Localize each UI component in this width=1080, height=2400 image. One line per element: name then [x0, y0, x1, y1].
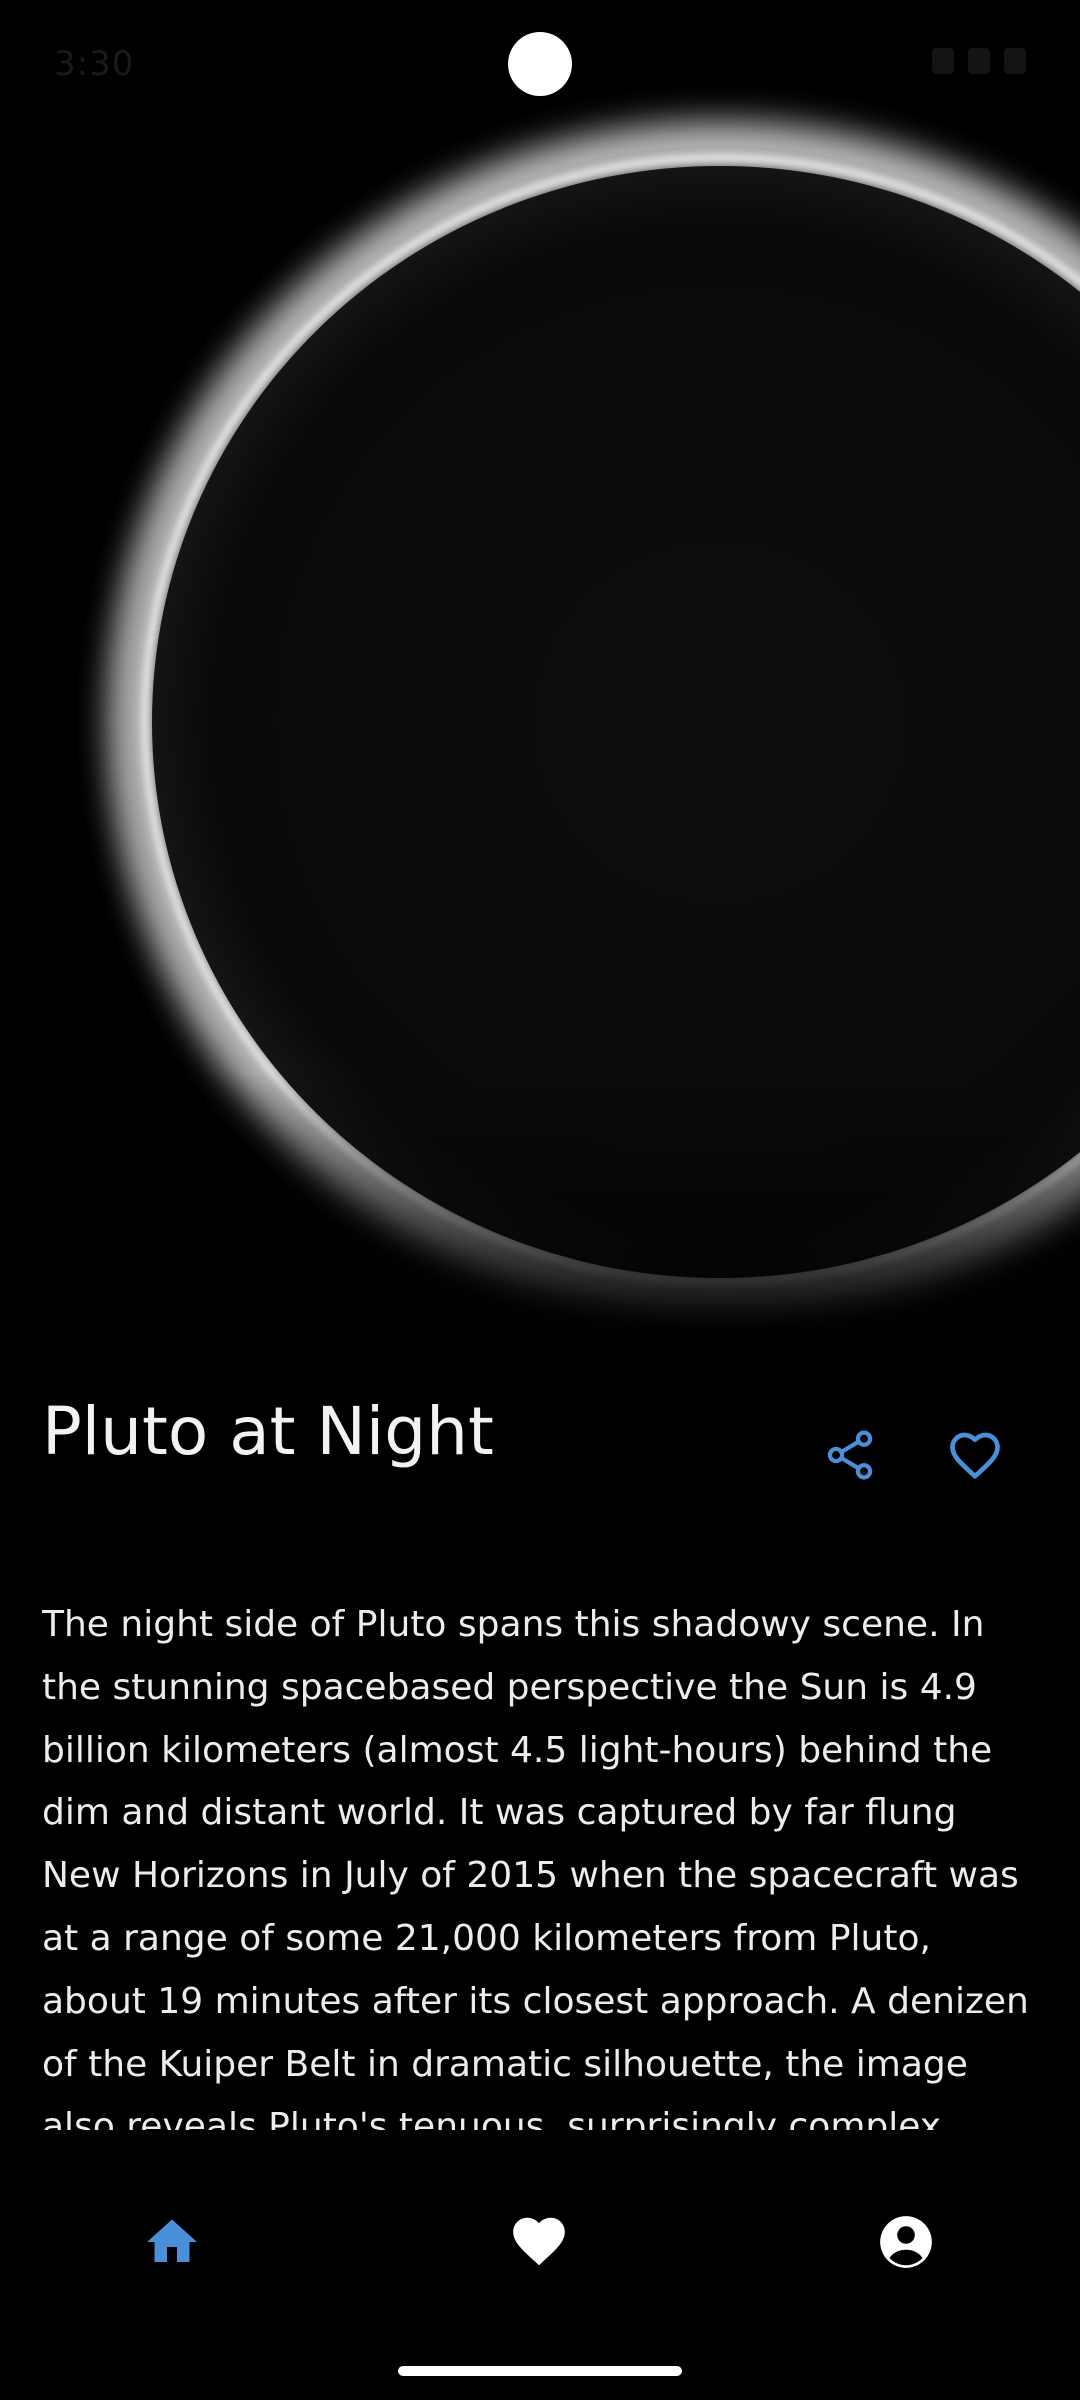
article-description: The night side of Pluto spans this shado… — [42, 1604, 1029, 2130]
app-screen: 3:30 Pluto at Night The night side of Pl… — [0, 0, 1080, 2400]
status-time: 3:30 — [54, 44, 135, 84]
account-circle-icon — [880, 2216, 932, 2268]
wifi-icon — [932, 48, 954, 74]
signal-icon — [968, 48, 990, 74]
home-icon — [147, 2219, 197, 2262]
heart-filled-icon — [513, 2217, 565, 2266]
nav-favorites-button[interactable] — [497, 2200, 581, 2284]
camera-cutout — [508, 32, 572, 96]
share-icon — [827, 1430, 873, 1480]
favorite-button[interactable] — [940, 1420, 1010, 1490]
heart-outline-icon — [950, 1432, 1000, 1479]
nav-home-button[interactable] — [130, 2200, 214, 2284]
battery-icon — [1004, 48, 1026, 74]
status-icons — [932, 48, 1026, 74]
hero-image — [0, 0, 1080, 1340]
share-button[interactable] — [815, 1420, 885, 1490]
home-indicator[interactable] — [398, 2366, 682, 2376]
article-title: Pluto at Night — [42, 1393, 494, 1470]
nav-profile-button[interactable] — [864, 2200, 948, 2284]
bottom-navigation — [0, 2130, 1080, 2330]
